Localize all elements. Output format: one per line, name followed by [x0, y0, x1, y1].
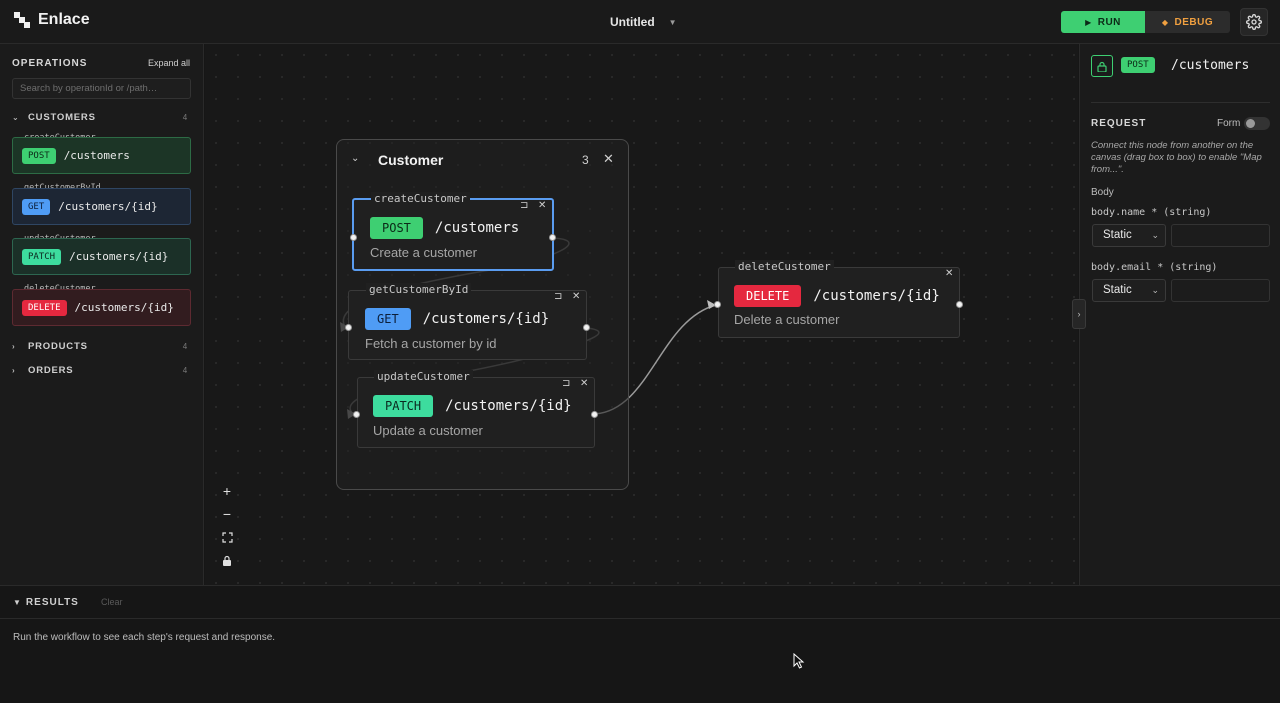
zoom-out-button[interactable]: −	[217, 504, 237, 524]
name-mode-select[interactable]: Static ⌄	[1092, 224, 1166, 247]
chevron-right-icon: ›	[1077, 309, 1081, 319]
output-port[interactable]	[591, 411, 598, 418]
node-id-label: updateCustomer	[374, 370, 473, 383]
minus-icon: −	[222, 506, 232, 522]
divider	[1091, 102, 1270, 103]
method-badge: POST	[370, 217, 423, 239]
close-icon[interactable]: ✕	[945, 268, 953, 279]
input-port[interactable]	[350, 234, 357, 241]
group-title: Customer	[378, 152, 444, 168]
select-value: Static	[1103, 284, 1132, 296]
select-value: Static	[1103, 229, 1132, 241]
fit-view-button[interactable]	[217, 527, 237, 547]
method-badge: POST	[1121, 57, 1155, 73]
input-port[interactable]	[345, 324, 352, 331]
clear-results-button[interactable]: Clear	[101, 597, 123, 607]
node-id-label: createCustomer	[371, 192, 470, 205]
node-description: Create a customer	[370, 245, 477, 260]
detach-icon[interactable]: ⊐	[520, 200, 528, 211]
output-port[interactable]	[549, 234, 556, 241]
lock-icon	[1097, 61, 1107, 72]
results-empty-message: Run the workflow to see each step's requ…	[13, 632, 276, 643]
inspector-path: /customers	[1171, 58, 1250, 73]
mouse-cursor-icon	[793, 653, 805, 669]
form-toggle-label: Form	[1217, 118, 1241, 129]
node-path: /customers/{id}	[445, 398, 572, 414]
body-label: Body	[1091, 187, 1114, 198]
node-header: GET /customers/{id}	[365, 308, 549, 330]
node-description: Update a customer	[373, 423, 483, 438]
node-path: /customers	[434, 220, 520, 236]
node-path: /customers/{id}	[422, 311, 550, 327]
node-path: /customers/{id}	[813, 288, 940, 304]
node-id-label: getCustomerById	[366, 283, 472, 296]
field-label-email: body.email * (string)	[1091, 262, 1218, 273]
zoom-in-button[interactable]: +	[217, 481, 237, 501]
toggle-knob	[1246, 119, 1255, 128]
email-mode-select[interactable]: Static ⌄	[1092, 279, 1166, 302]
collapse-panel-button[interactable]: ›	[1072, 299, 1086, 329]
chevron-down-icon: ⌄	[1151, 230, 1159, 240]
lock-canvas-button[interactable]	[217, 550, 237, 570]
method-badge: GET	[365, 308, 411, 330]
lock-node-button[interactable]	[1091, 55, 1113, 77]
chevron-down-icon[interactable]: ⌄	[351, 153, 359, 164]
output-port[interactable]	[583, 324, 590, 331]
detach-icon[interactable]: ⊐	[554, 291, 562, 302]
form-toggle[interactable]	[1244, 117, 1270, 130]
input-port[interactable]	[353, 411, 360, 418]
node-header: DELETE /customers/{id}	[734, 285, 940, 307]
field-label-name: body.name * (string)	[1091, 207, 1212, 218]
fit-view-icon	[221, 531, 233, 543]
email-value-input[interactable]	[1171, 279, 1270, 302]
results-toggle[interactable]: ▼ RESULTS	[13, 597, 79, 608]
results-title: RESULTS	[25, 597, 79, 608]
detach-icon[interactable]: ⊐	[562, 378, 570, 389]
mapping-hint: Connect this node from another on the ca…	[1091, 140, 1262, 175]
method-badge: DELETE	[734, 285, 802, 307]
close-icon[interactable]: ✕	[538, 200, 546, 211]
node-description: Fetch a customer by id	[365, 336, 497, 351]
output-port[interactable]	[956, 301, 963, 308]
node-header: POST /customers	[370, 217, 519, 239]
lock-icon	[223, 555, 231, 566]
group-node-count: 3	[582, 153, 589, 167]
method-badge: PATCH	[373, 395, 434, 417]
plus-icon: +	[222, 483, 232, 499]
node-description: Delete a customer	[734, 312, 840, 327]
chevron-down-icon: ⌄	[1151, 285, 1159, 295]
results-header	[0, 585, 1280, 619]
caret-down-icon: ▼	[13, 598, 22, 607]
close-icon[interactable]: ✕	[603, 151, 614, 167]
name-value-input[interactable]	[1171, 224, 1270, 247]
node-id-label: deleteCustomer	[735, 260, 834, 273]
close-icon[interactable]: ✕	[580, 378, 588, 389]
close-icon[interactable]: ✕	[572, 291, 580, 302]
node-header: PATCH /customers/{id}	[373, 395, 572, 417]
request-section-title: REQUEST	[1091, 118, 1147, 129]
input-port[interactable]	[714, 301, 721, 308]
